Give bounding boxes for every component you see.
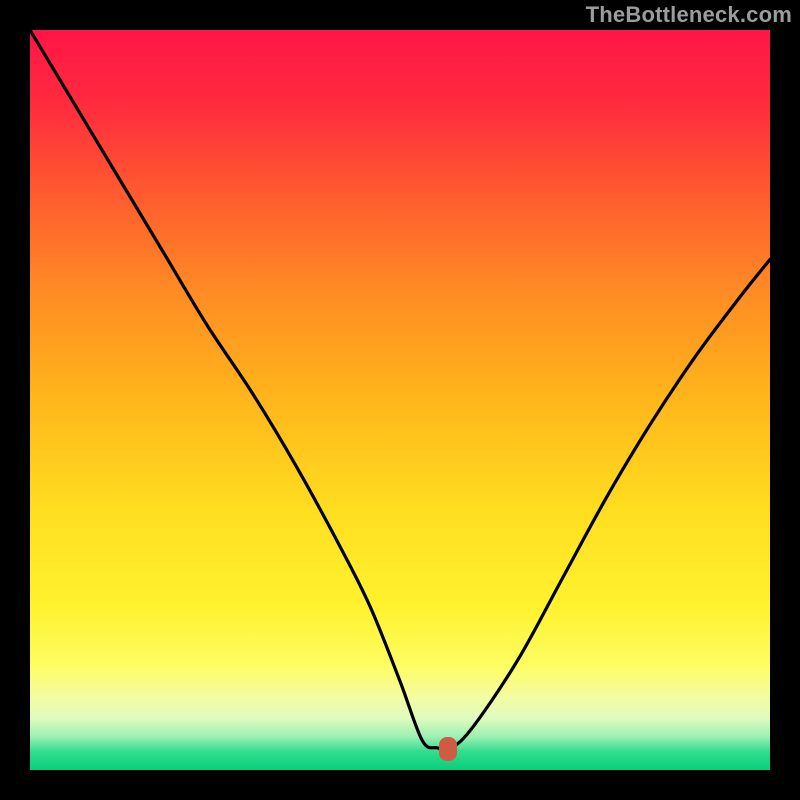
plot-area xyxy=(30,30,770,770)
optimal-point-marker xyxy=(439,737,457,761)
chart-frame: TheBottleneck.com xyxy=(0,0,800,800)
watermark-text: TheBottleneck.com xyxy=(586,2,792,28)
bottleneck-curve xyxy=(30,30,770,770)
